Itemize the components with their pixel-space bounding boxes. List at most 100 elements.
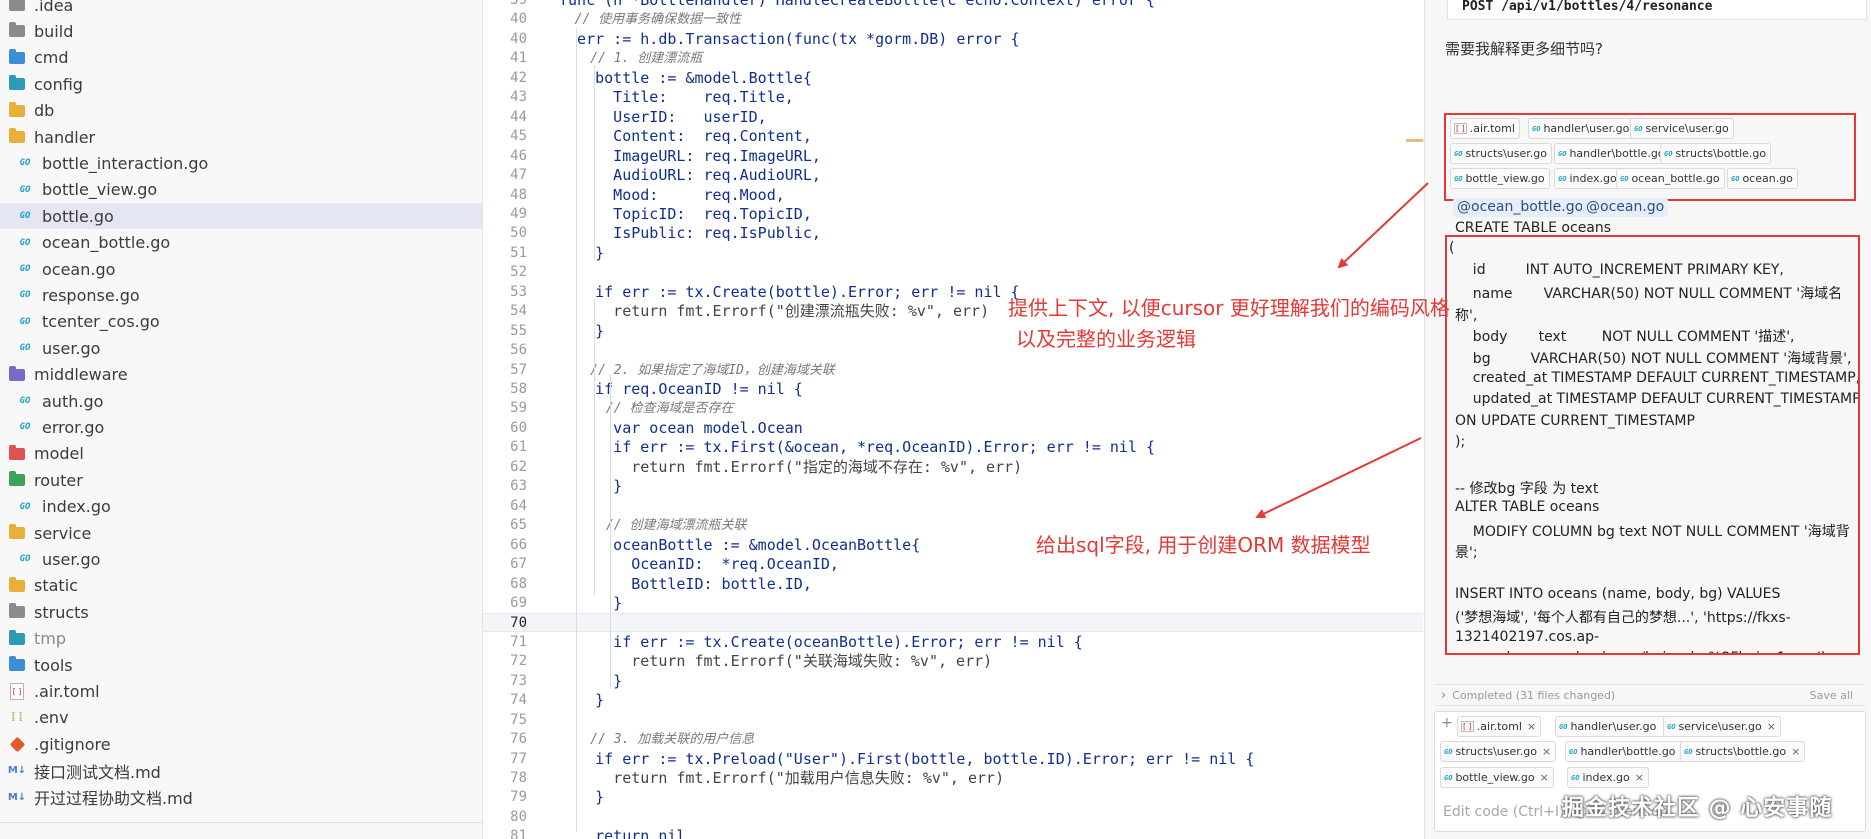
code-line[interactable]: 43 Title: req.Title,	[483, 88, 1423, 107]
explorer-file[interactable]: GO user.go	[0, 335, 482, 361]
context-file-pill[interactable]: GO index.go	[1554, 168, 1622, 189]
code-line[interactable]: 71 if err := tx.Create(oceanBottle).Erro…	[483, 633, 1423, 652]
explorer-folder[interactable]: cmd	[0, 45, 482, 71]
explorer-folder[interactable]: tools	[0, 652, 482, 678]
explorer-folder[interactable]: db	[0, 98, 482, 124]
explorer-folder[interactable]: middleware	[0, 362, 482, 388]
mention-ocean-bottle[interactable]: @ocean_bottle.go	[1453, 198, 1588, 217]
explorer-folder[interactable]: model	[0, 441, 482, 467]
explorer-file[interactable]: GO bottle_view.go	[0, 177, 482, 203]
explorer-folder[interactable]: service	[0, 520, 482, 546]
code-line[interactable]: 61 if err := tx.First(&ocean, *req.Ocean…	[483, 438, 1423, 457]
completed-bar[interactable]: › Completed (31 files changed) Save all	[1435, 684, 1865, 706]
context-file-pill[interactable]: GO handler\bottle.go	[1554, 143, 1670, 164]
explorer-file[interactable]: M↓ 开过过程协助文档.md	[0, 784, 482, 810]
close-icon[interactable]: ×	[1540, 771, 1549, 784]
explorer-folder[interactable]: static	[0, 573, 482, 599]
context-file-pill[interactable]: GO structs\user.go ×	[1440, 741, 1557, 762]
context-file-pill[interactable]: GO service\user.go	[1630, 118, 1734, 139]
close-icon[interactable]: ×	[1635, 771, 1644, 784]
code-line[interactable]: 62 return fmt.Errorf("指定的海域不存在: %v", err…	[483, 458, 1423, 477]
code-line[interactable]: 40 // 使用事务确保数据一致性	[483, 10, 1423, 29]
explorer-file[interactable]: GO user.go	[0, 546, 482, 572]
context-file-pill[interactable]: GOhandler\bottle.go×	[1565, 741, 1695, 762]
code-line[interactable]: 78 return fmt.Errorf("加载用户信息失败: %v", err…	[483, 769, 1423, 788]
context-file-pill[interactable]: GO service\user.go ×	[1663, 716, 1781, 737]
code-line[interactable]: 49 TopicID: req.TopicID,	[483, 205, 1423, 224]
explorer-folder[interactable]: .idea	[0, 0, 482, 18]
code-line[interactable]: 74 }	[483, 691, 1423, 710]
explorer-file[interactable]: GO auth.go	[0, 388, 482, 414]
close-icon[interactable]: ×	[1791, 745, 1800, 758]
context-file-pill[interactable]: GOhandler\user.go×	[1555, 716, 1676, 737]
explorer-file[interactable]: GO index.go	[0, 494, 482, 520]
code-line[interactable]: 60 var ocean model.Ocean	[483, 419, 1423, 438]
code-line[interactable]: 72 return fmt.Errorf("关联海域失败: %v", err)	[483, 652, 1423, 671]
explorer-file[interactable]: GO ocean_bottle.go	[0, 230, 482, 256]
context-file-pill[interactable]: GO bottle_view.go ×	[1440, 767, 1554, 788]
explorer-file[interactable]: .gitignore	[0, 731, 482, 757]
code-line[interactable]: 47 AudioURL: req.AudioURL,	[483, 166, 1423, 185]
code-line[interactable]: 73 }	[483, 672, 1423, 691]
code-line[interactable]: 80	[483, 808, 1423, 827]
context-file-pill[interactable]: GO structs\bottle.go ×	[1680, 741, 1806, 762]
context-file-pill[interactable]: GO ocean_bottle.go	[1616, 168, 1725, 189]
explorer-file[interactable]: GO error.go	[0, 414, 482, 440]
context-file-pill[interactable]: GO handler\user.go	[1528, 118, 1635, 139]
explorer-file[interactable]: [ ] .air.toml	[0, 678, 482, 704]
explorer-folder[interactable]: handler	[0, 124, 482, 150]
explorer-file[interactable]: GO response.go	[0, 282, 482, 308]
explorer-folder[interactable]: config	[0, 71, 482, 97]
context-file-pill[interactable]: GO structs\user.go	[1450, 143, 1552, 164]
context-file-pill[interactable]: [ ] .air.toml	[1450, 118, 1520, 139]
explorer-file[interactable]: M↓ 接口测试文档.md	[0, 758, 482, 784]
code-line[interactable]: 58 if req.OceanID != nil {	[483, 380, 1423, 399]
context-file-pill[interactable]: GO structs\bottle.go	[1660, 143, 1772, 164]
close-icon[interactable]: ×	[1542, 745, 1551, 758]
code-line[interactable]: 55 }	[483, 322, 1423, 341]
close-icon[interactable]: ×	[1767, 720, 1776, 733]
code-line[interactable]: 81 return nil	[483, 827, 1423, 839]
code-line[interactable]: 42 bottle := &model.Bottle{	[483, 69, 1423, 88]
code-line[interactable]: 50 IsPublic: req.IsPublic,	[483, 224, 1423, 243]
save-all-button[interactable]: Save all	[1810, 689, 1853, 702]
code-line[interactable]: 44 UserID: userID,	[483, 108, 1423, 127]
code-line[interactable]: 56	[483, 341, 1423, 360]
explorer-folder[interactable]: router	[0, 467, 482, 493]
close-icon[interactable]: ×	[1527, 720, 1536, 733]
explorer-file[interactable]: GO ocean.go	[0, 256, 482, 282]
code-line[interactable]: 68 BottleID: bottle.ID,	[483, 575, 1423, 594]
code-line[interactable]: 40 err := h.db.Transaction(func(tx *gorm…	[483, 30, 1423, 49]
code-line[interactable]: 57 // 2. 如果指定了海域ID，创建海域关联	[483, 361, 1423, 380]
context-file-pill[interactable]: [ ] .air.toml ×	[1457, 716, 1542, 737]
explorer-folder[interactable]: build	[0, 18, 482, 44]
code-editor[interactable]: 39 func (h *BottleHandler) HandleCreateBo…	[483, 0, 1423, 839]
code-line[interactable]: 64	[483, 497, 1423, 516]
explorer-folder[interactable]: structs	[0, 599, 482, 625]
code-line[interactable]: 59 // 检查海域是否存在	[483, 399, 1423, 418]
context-file-pill[interactable]: GO index.go ×	[1567, 767, 1649, 788]
mention-ocean[interactable]: @ocean.go	[1582, 198, 1669, 217]
explorer-file[interactable]: GO bottle.go	[0, 203, 482, 230]
explorer-folder[interactable]: tmp	[0, 626, 482, 652]
code-line[interactable]: 79 }	[483, 788, 1423, 807]
code-line[interactable]: 76 // 3. 加载关联的用户信息	[483, 730, 1423, 749]
explorer-file[interactable]: GO tcenter_cos.go	[0, 309, 482, 335]
explorer-file[interactable]: ⁞⁞ .env	[0, 705, 482, 731]
code-line[interactable]: 48 Mood: req.Mood,	[483, 186, 1423, 205]
code-line[interactable]: 46 ImageURL: req.ImageURL,	[483, 147, 1423, 166]
code-line[interactable]: 63 }	[483, 477, 1423, 496]
code-line[interactable]: 77 if err := tx.Preload("User").First(bo…	[483, 750, 1423, 769]
context-file-pill[interactable]: GO bottle_view.go	[1450, 168, 1550, 189]
code-line[interactable]: 41 // 1. 创建漂流瓶	[483, 49, 1423, 68]
add-context-button[interactable]: +	[1441, 715, 1453, 731]
code-line[interactable]: 52	[483, 263, 1423, 282]
code-line[interactable]: 39 func (h *BottleHandler) HandleCreateBo…	[483, 0, 1423, 10]
code-line[interactable]: 75	[483, 711, 1423, 730]
code-line[interactable]: 45 Content: req.Content,	[483, 127, 1423, 146]
context-file-pill[interactable]: GO ocean.go	[1727, 168, 1798, 189]
explorer-file[interactable]: GO bottle_interaction.go	[0, 150, 482, 176]
code-line[interactable]: 70	[483, 613, 1423, 633]
code-line[interactable]: 69 }	[483, 594, 1423, 613]
code-line[interactable]: 51 }	[483, 244, 1423, 263]
